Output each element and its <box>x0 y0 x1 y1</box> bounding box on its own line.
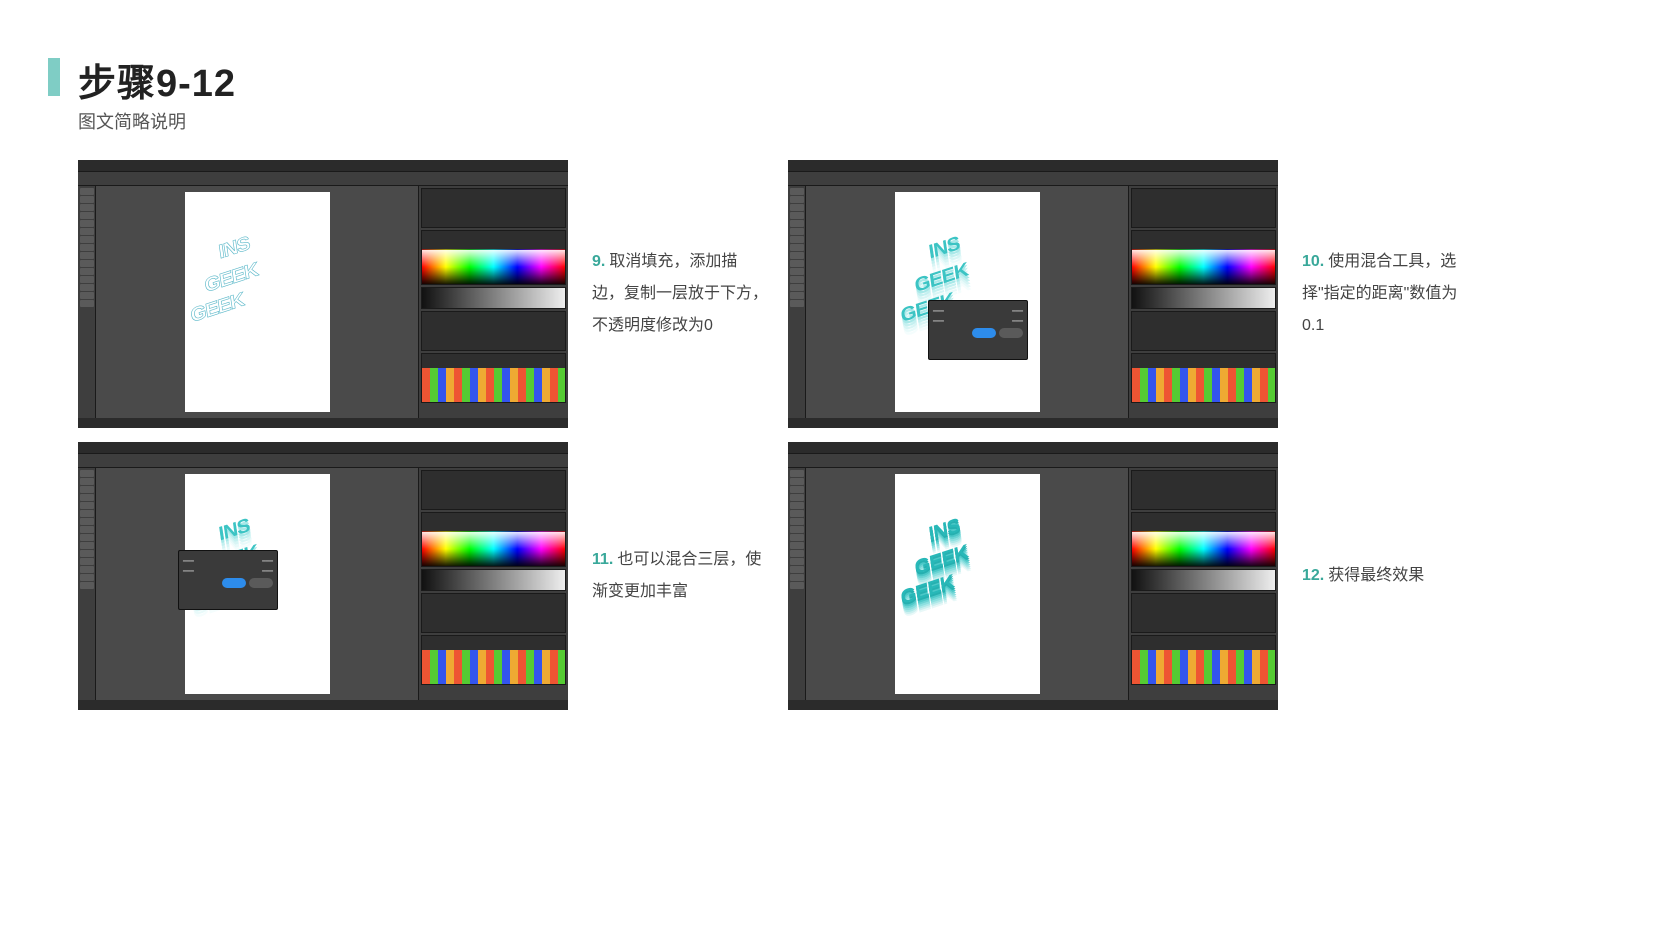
step-text: 取消填充，添加描边，复制一层放于下方，不透明度修改为0 <box>592 253 768 334</box>
art-row-1: INS <box>217 515 251 547</box>
page-subtitle: 图文简略说明 <box>78 108 186 134</box>
step-text: 使用混合工具，选择"指定的距离"数值为0.1 <box>1302 253 1457 334</box>
art-row-3: GEEK <box>189 289 245 328</box>
canvas: INS GEEK GEEK ━━━━━━ ━━━━━━ <box>806 186 1128 418</box>
artwork-final: INS GEEK GEEK <box>901 519 1031 649</box>
tool-palette <box>78 468 96 700</box>
panels <box>418 468 568 700</box>
blend-options-dialog: ━━━━━━ ━━━━━━ <box>928 300 1028 360</box>
artwork-outline: INS GEEK GEEK <box>191 237 321 367</box>
ok-button[interactable] <box>222 578 246 588</box>
swatches-panel <box>1131 635 1276 685</box>
panel-generic <box>1131 311 1276 351</box>
cancel-button[interactable] <box>999 328 1023 338</box>
statusbar <box>78 418 568 428</box>
step-10-caption: 10.使用混合工具，选择"指定的距离"数值为0.1 <box>1298 246 1478 342</box>
accent-bar <box>48 58 60 96</box>
art-row-1: INS <box>217 233 251 265</box>
step-number: 10. <box>1302 253 1324 270</box>
color-picker-panel <box>421 230 566 285</box>
panels <box>1128 186 1278 418</box>
app-toolbar <box>78 172 568 186</box>
panel-generic <box>1131 593 1276 633</box>
panel-generic <box>1131 470 1276 510</box>
step-number: 11. <box>592 551 613 568</box>
page-title: 步骤9-12 <box>78 52 236 107</box>
panel-generic <box>1131 188 1276 228</box>
tool-palette <box>788 186 806 418</box>
statusbar <box>788 418 1278 428</box>
panel-generic <box>421 593 566 633</box>
art-row-1: INS <box>927 515 961 547</box>
step-11-caption: 11.也可以混合三层，使渐变更加丰富 <box>588 544 768 608</box>
cancel-button[interactable] <box>249 578 273 588</box>
art-row-1: INS <box>927 233 961 265</box>
tool-palette <box>788 468 806 700</box>
gradient-panel <box>1131 569 1276 591</box>
steps-grid: INS GEEK GEEK 9.取消填充，添加描边，复制一层放于下方，不透明度修… <box>78 160 1478 710</box>
canvas: INS GEEK GEEK <box>96 186 418 418</box>
color-picker-panel <box>421 512 566 567</box>
canvas: INS GEEK GEEK <box>806 468 1128 700</box>
step-9-screenshot: INS GEEK GEEK <box>78 160 568 428</box>
app-menubar <box>788 442 1278 454</box>
canvas: INS GEEK GEEK ━━━━━━ ━━━━━━ <box>96 468 418 700</box>
ok-button[interactable] <box>972 328 996 338</box>
panels <box>418 186 568 418</box>
step-12-screenshot: INS GEEK GEEK <box>788 442 1278 710</box>
gradient-panel <box>1131 287 1276 309</box>
swatches-panel <box>421 353 566 403</box>
panels <box>1128 468 1278 700</box>
step-9-caption: 9.取消填充，添加描边，复制一层放于下方，不透明度修改为0 <box>588 246 768 342</box>
step-11-screenshot: INS GEEK GEEK ━━━━━━ ━━━━━━ <box>78 442 568 710</box>
step-10-screenshot: INS GEEK GEEK ━━━━━━ ━━━━━━ <box>788 160 1278 428</box>
step-number: 12. <box>1302 567 1324 584</box>
art-row-3: GEEK <box>899 571 955 610</box>
tool-palette <box>78 186 96 418</box>
panel-generic <box>421 188 566 228</box>
step-number: 9. <box>592 253 605 270</box>
gradient-panel <box>421 287 566 309</box>
statusbar <box>78 700 568 710</box>
app-menubar <box>788 160 1278 172</box>
app-menubar <box>78 160 568 172</box>
swatches-panel <box>421 635 566 685</box>
app-toolbar <box>788 172 1278 186</box>
step-12-caption: 12.获得最终效果 <box>1298 560 1478 592</box>
statusbar <box>788 700 1278 710</box>
artboard: INS GEEK GEEK <box>185 192 330 412</box>
panel-generic <box>421 311 566 351</box>
color-picker-panel <box>1131 230 1276 285</box>
app-toolbar <box>788 454 1278 468</box>
step-text: 获得最终效果 <box>1328 567 1424 584</box>
swatches-panel <box>1131 353 1276 403</box>
color-picker-panel <box>1131 512 1276 567</box>
panel-generic <box>421 470 566 510</box>
gradient-panel <box>421 569 566 591</box>
blend-options-dialog: ━━━━━━ ━━━━━━ <box>178 550 278 610</box>
app-toolbar <box>78 454 568 468</box>
artboard: INS GEEK GEEK <box>895 474 1040 694</box>
app-menubar <box>78 442 568 454</box>
step-text: 也可以混合三层，使渐变更加丰富 <box>592 551 761 600</box>
